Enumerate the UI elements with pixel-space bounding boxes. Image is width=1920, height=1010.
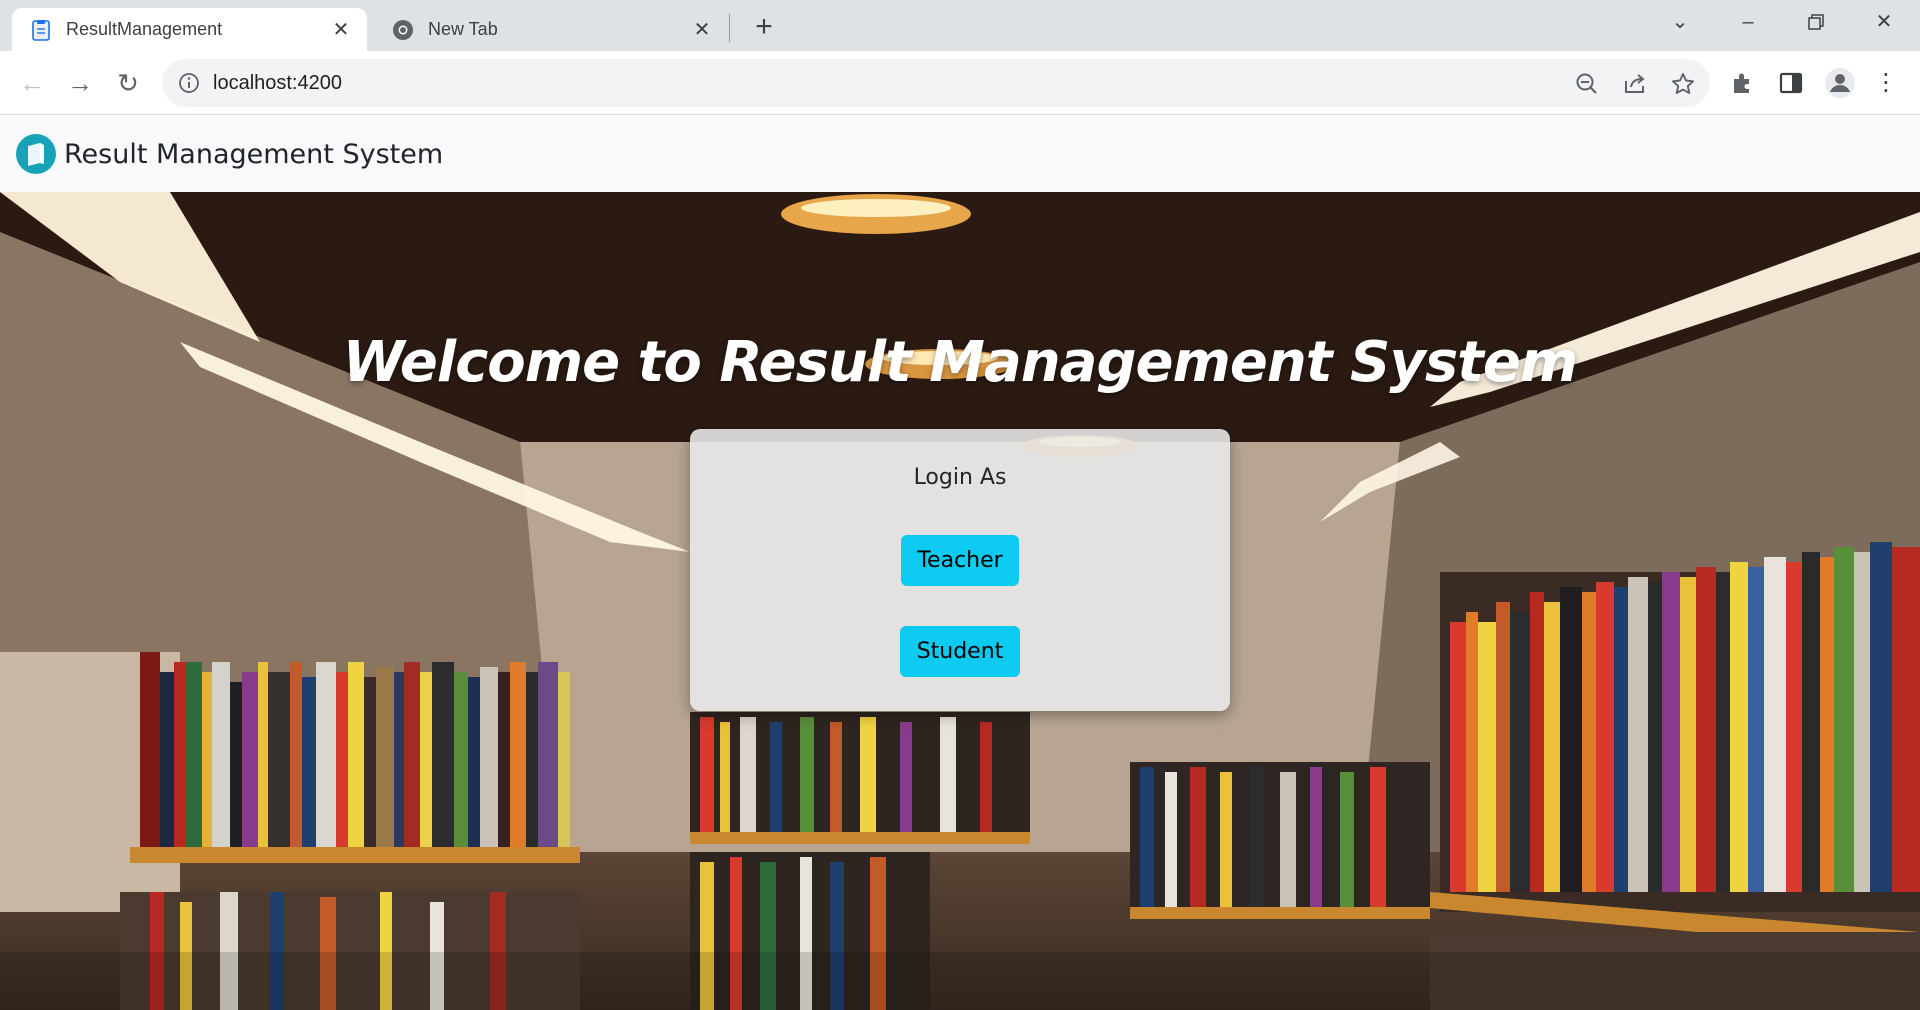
close-icon[interactable]: ✕ [329,17,353,42]
browser-toolbar: ← → ↻ localhost:4200 ⋮ [0,51,1920,115]
zoom-out-icon[interactable] [1574,71,1600,97]
profile-avatar-icon[interactable] [1824,67,1856,99]
tab-separator [729,14,730,42]
chrome-icon [393,19,413,40]
window-close-icon[interactable]: ✕ [1864,6,1904,38]
tab-title: New Tab [428,19,498,39]
share-icon[interactable] [1622,71,1648,97]
student-login-button[interactable]: Student [900,626,1020,677]
welcome-heading: Welcome to Result Management System [342,329,1579,395]
forward-arrow-icon[interactable]: → [60,63,100,103]
extensions-puzzle-icon[interactable] [1730,70,1756,96]
document-favicon-icon [32,19,50,41]
address-bar[interactable]: localhost:4200 [162,59,1710,107]
hero-background: Welcome to Result Management System Logi… [0,192,1920,1010]
page-viewport: Result Management System Welcome to Resu… [0,116,1920,1010]
restore-icon[interactable] [1796,6,1836,38]
side-panel-icon[interactable] [1778,70,1804,96]
login-card: Login As Teacher Student [690,429,1230,711]
navbar-brand[interactable]: Result Management System [64,139,443,170]
login-as-heading: Login As [913,465,1007,490]
url-text: localhost:4200 [213,72,342,94]
menu-kebab-icon[interactable]: ⋮ [1866,63,1906,103]
tab-title: ResultManagement [66,19,223,39]
site-info-icon[interactable] [178,72,200,94]
close-icon[interactable]: ✕ [690,17,714,42]
tab-new-tab[interactable]: New Tab ✕ [374,8,728,51]
new-tab-plus-icon[interactable]: + [748,12,780,44]
back-arrow-icon[interactable]: ← [12,63,52,103]
reload-icon[interactable]: ↻ [108,63,148,103]
bookmark-star-icon[interactable] [1670,71,1696,97]
minimize-icon[interactable]: – [1728,6,1768,38]
app-navbar: Result Management System [0,116,1920,192]
book-logo-icon[interactable] [15,133,57,175]
tab-search-chevron-icon[interactable]: ⌄ [1660,6,1700,38]
teacher-login-button[interactable]: Teacher [901,535,1019,586]
tab-result-management[interactable]: ResultManagement ✕ [12,8,367,51]
browser-tab-strip: ResultManagement ✕ New Tab ✕ + ⌄ – ✕ [0,0,1920,51]
